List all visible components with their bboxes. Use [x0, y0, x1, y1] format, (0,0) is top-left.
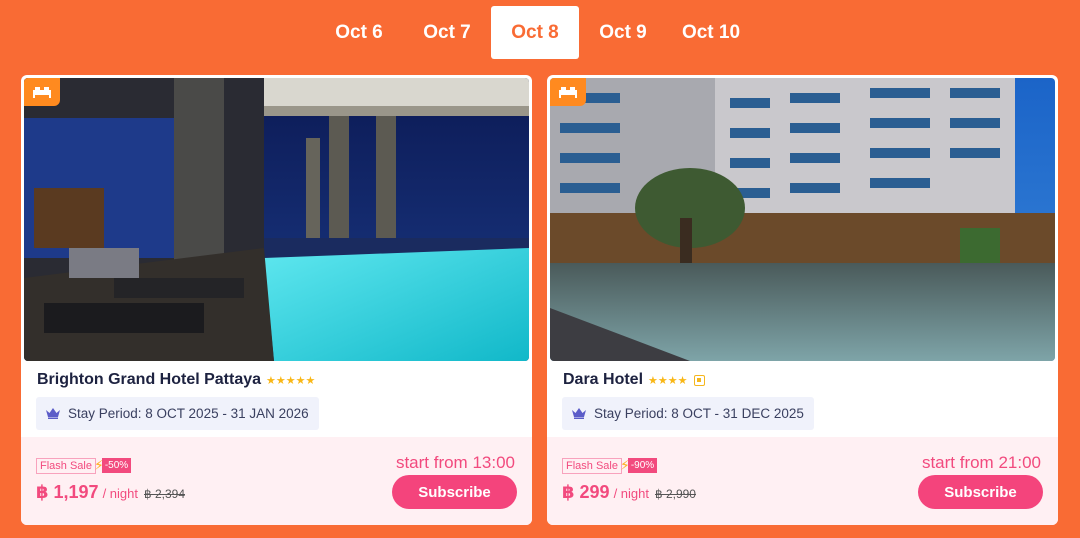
hotel-card-brighton[interactable]: Brighton Grand Hotel Pattaya ★★★★★ Stay …: [21, 75, 532, 525]
crown-icon: [46, 408, 60, 419]
flash-sale-badge: Flash Sale ⚡ -50%: [36, 457, 132, 474]
bed-icon: [550, 78, 586, 106]
stay-period: Stay Period: 8 OCT 2025 - 31 JAN 2026: [36, 397, 319, 430]
flash-sale-label: Flash Sale: [36, 457, 96, 474]
start-time: start from 13:00: [395, 453, 515, 472]
certified-icon: [694, 374, 706, 386]
subscribe-button[interactable]: Subscribe: [392, 475, 517, 509]
tab-oct-8[interactable]: Oct 8: [491, 6, 579, 59]
bed-icon: [24, 78, 60, 106]
hotel-name[interactable]: Dara Hotel ★★★★: [563, 371, 706, 389]
deal-section: Flash Sale ⚡ -90% ฿ 299 / night ฿ 2,990 …: [547, 437, 1058, 525]
original-price: ฿ 2,394: [144, 487, 185, 501]
stay-period-text: Stay Period: 8 OCT 2025 - 31 JAN 2026: [68, 406, 309, 421]
tab-oct-7[interactable]: Oct 7: [403, 6, 491, 59]
hotel-photo[interactable]: [24, 78, 529, 361]
subscribe-button[interactable]: Subscribe: [918, 475, 1043, 509]
price: ฿ 1,197: [36, 482, 99, 502]
stay-period-text: Stay Period: 8 OCT - 31 DEC 2025: [594, 406, 804, 421]
per-night-label: / night: [102, 486, 138, 501]
discount-badge: -50%: [101, 458, 132, 473]
per-night-label: / night: [613, 486, 649, 501]
start-time: start from 21:00: [921, 453, 1041, 472]
crown-icon: [572, 408, 586, 419]
deal-section: Flash Sale ⚡ -50% ฿ 1,197 / night ฿ 2,39…: [21, 437, 532, 525]
original-price: ฿ 2,990: [654, 487, 696, 501]
discount-badge: -90%: [627, 458, 658, 473]
hotel-name-text: Dara Hotel: [563, 371, 644, 388]
flash-sale-badge: Flash Sale ⚡ -90%: [562, 457, 658, 474]
star-rating: ★★★★★: [266, 374, 316, 387]
price-row: ฿ 299 / night ฿ 2,990: [562, 482, 696, 503]
date-tabs: Oct 6 Oct 7 Oct 8 Oct 9 Oct 10: [315, 6, 755, 59]
flash-sale-label: Flash Sale: [562, 457, 622, 474]
price-row: ฿ 1,197 / night ฿ 2,394: [36, 482, 185, 503]
tab-oct-10[interactable]: Oct 10: [667, 6, 755, 59]
hotel-name-text: Brighton Grand Hotel Pattaya: [37, 371, 262, 388]
tab-oct-6[interactable]: Oct 6: [315, 6, 403, 59]
hotel-card-dara[interactable]: Dara Hotel ★★★★ Stay Period: 8 OCT - 31 …: [547, 75, 1058, 525]
stay-period: Stay Period: 8 OCT - 31 DEC 2025: [562, 397, 814, 430]
price: ฿ 299: [562, 482, 610, 502]
hotel-photo[interactable]: [550, 78, 1055, 361]
hotel-name[interactable]: Brighton Grand Hotel Pattaya ★★★★★: [37, 371, 315, 389]
star-rating: ★★★★: [648, 374, 688, 387]
tab-oct-9[interactable]: Oct 9: [579, 6, 667, 59]
